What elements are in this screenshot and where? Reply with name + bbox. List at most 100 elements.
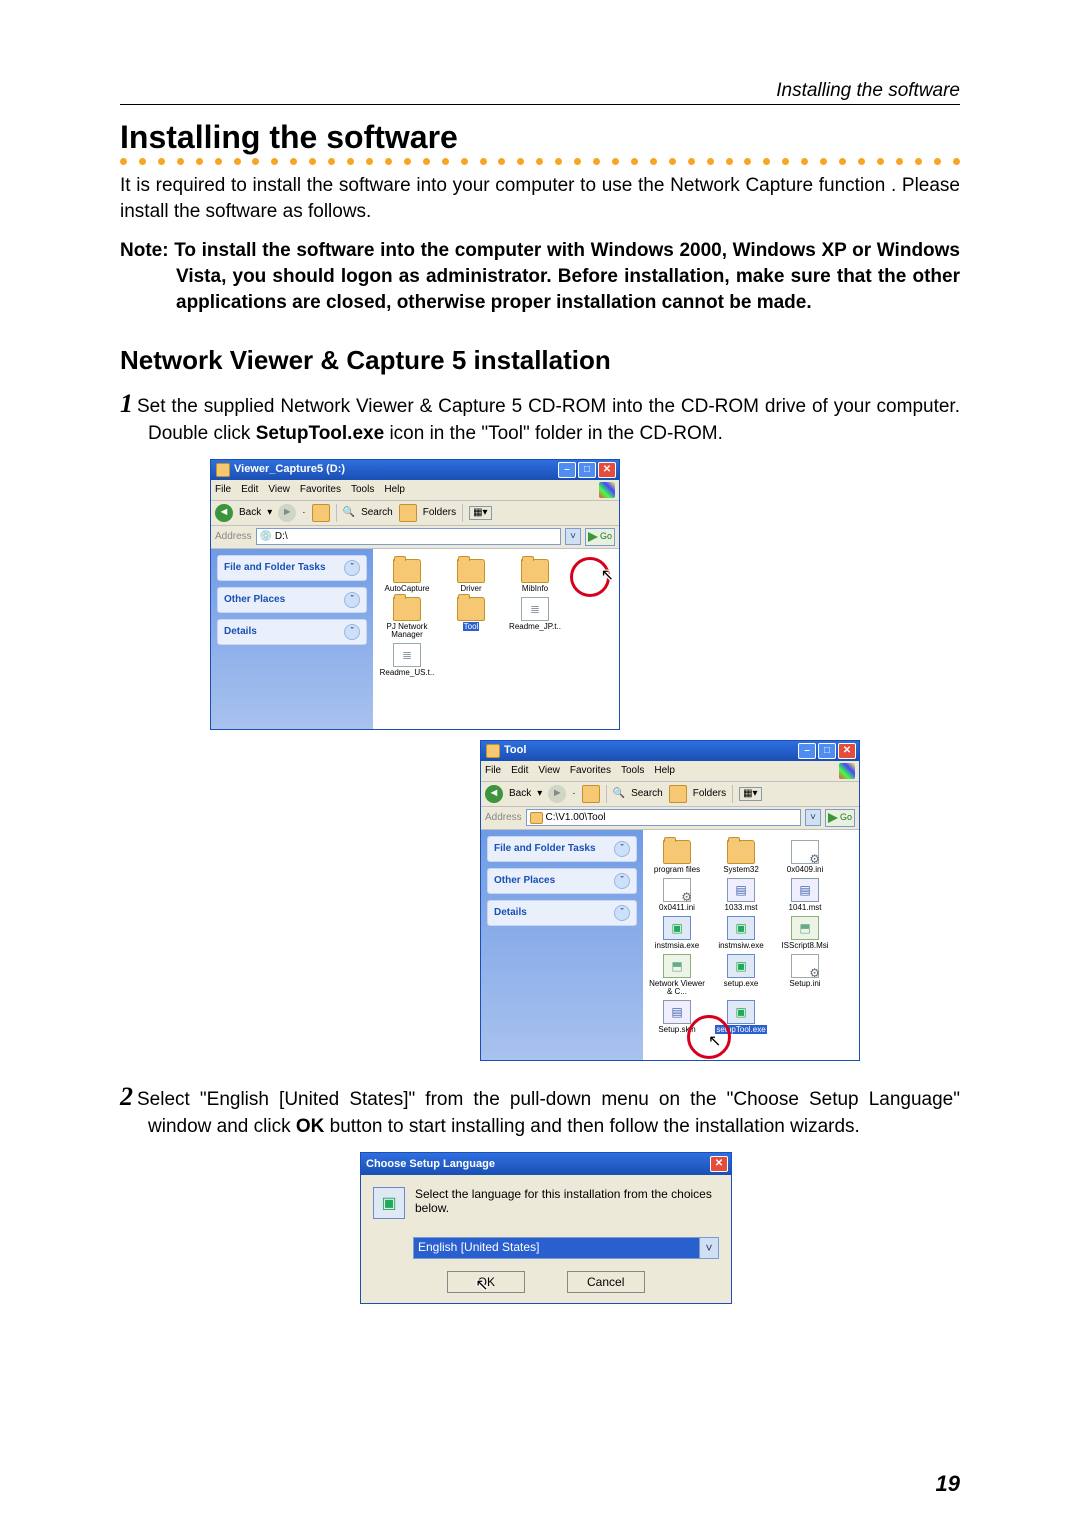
section-heading: Network Viewer & Capture 5 installation: [120, 345, 960, 376]
dialog-message: Select the language for this installatio…: [415, 1187, 719, 1215]
address-dropdown[interactable]: ˅: [805, 809, 821, 826]
menu-file[interactable]: File: [215, 485, 231, 495]
tasks-pane: File and Folder Tasksˇ Other Placesˇ Det…: [481, 830, 643, 1060]
titlebar[interactable]: Viewer_Capture5 (D:) – □ ✕: [211, 460, 619, 480]
close-button[interactable]: ✕: [598, 462, 616, 478]
chevron-icon: ˇ: [344, 624, 360, 640]
file-label: AutoCapture: [385, 585, 430, 593]
search-icon[interactable]: 🔍: [613, 789, 625, 799]
back-button[interactable]: ◄: [215, 504, 233, 522]
back-button[interactable]: ◄: [485, 785, 503, 803]
file-item[interactable]: Setup.ini: [777, 954, 833, 996]
exe-icon: [727, 916, 755, 940]
views-icon[interactable]: ▦▾: [739, 787, 761, 801]
cancel-button[interactable]: Cancel: [567, 1271, 645, 1293]
menu-view[interactable]: View: [538, 766, 560, 776]
file-item[interactable]: Tool: [443, 597, 499, 639]
file-label: Network Viewer & C...: [649, 980, 705, 996]
pane-details[interactable]: Detailsˇ: [487, 900, 637, 926]
menu-bar: File Edit View Favorites Tools Help: [211, 480, 619, 501]
pane-other-places[interactable]: Other Placesˇ: [217, 587, 367, 613]
step-number-1: 1: [120, 389, 133, 418]
minimize-button[interactable]: –: [798, 743, 816, 759]
file-item[interactable]: Readme_JP.t..: [507, 597, 563, 639]
file-item[interactable]: Network Viewer & C...: [649, 954, 705, 996]
chevron-icon: ˇ: [344, 592, 360, 608]
file-item[interactable]: 1041.mst: [777, 878, 833, 912]
file-item[interactable]: Readme_US.t..: [379, 643, 435, 677]
close-button[interactable]: ✕: [710, 1156, 728, 1172]
search-icon[interactable]: 🔍: [343, 508, 355, 518]
page-title: Installing the software: [120, 119, 960, 156]
pane-other-places[interactable]: Other Placesˇ: [487, 868, 637, 894]
pane-details[interactable]: Detailsˇ: [217, 619, 367, 645]
file-item[interactable]: 1033.mst: [713, 878, 769, 912]
menu-view[interactable]: View: [268, 485, 290, 495]
skn-icon: [663, 1000, 691, 1024]
mst-icon: [727, 878, 755, 902]
chevron-icon: ˇ: [614, 905, 630, 921]
file-item[interactable]: PJ Network Manager: [379, 597, 435, 639]
up-folder-icon[interactable]: [582, 785, 600, 803]
file-item[interactable]: instmsiw.exe: [713, 916, 769, 950]
menu-help[interactable]: Help: [384, 485, 405, 495]
go-button[interactable]: Go: [585, 528, 615, 546]
menu-tools[interactable]: Tools: [621, 766, 644, 776]
menu-bar: File Edit View Favorites Tools Help: [481, 761, 859, 782]
folder-icon: [521, 559, 549, 583]
txt-icon: [521, 597, 549, 621]
maximize-button[interactable]: □: [578, 462, 596, 478]
address-bar: Address 💿 D:\ ˅ Go: [211, 526, 619, 549]
menu-file[interactable]: File: [485, 766, 501, 776]
file-item[interactable]: MibInfo: [507, 559, 563, 593]
go-button[interactable]: Go: [825, 809, 855, 827]
menu-edit[interactable]: Edit: [511, 766, 528, 776]
pane-file-folder-tasks[interactable]: File and Folder Tasksˇ: [487, 836, 637, 862]
address-field[interactable]: 💿 D:\: [256, 528, 561, 545]
folders-icon[interactable]: [399, 504, 417, 522]
file-label: setup.exe: [724, 980, 759, 988]
file-label: Setup.ini: [789, 980, 820, 988]
language-combobox[interactable]: English [United States] ˅: [413, 1237, 719, 1259]
minimize-button[interactable]: –: [558, 462, 576, 478]
forward-button[interactable]: ►: [278, 504, 296, 522]
file-item[interactable]: Setup.skin: [649, 1000, 705, 1034]
address-dropdown[interactable]: ˅: [565, 528, 581, 545]
file-item[interactable]: setupTool.exe: [713, 1000, 769, 1034]
close-button[interactable]: ✕: [838, 743, 856, 759]
setup-icon: ▣: [373, 1187, 405, 1219]
titlebar[interactable]: Tool – □ ✕: [481, 741, 859, 761]
file-list[interactable]: AutoCapture DriverMibInfo PJ Network Manag…: [373, 549, 619, 729]
menu-favorites[interactable]: Favorites: [570, 766, 611, 776]
address-field[interactable]: C:\V1.00\Tool: [526, 809, 801, 826]
file-item[interactable]: ISScript8.Msi: [777, 916, 833, 950]
file-item[interactable]: Driver: [443, 559, 499, 593]
maximize-button[interactable]: □: [818, 743, 836, 759]
windows-logo-icon: [839, 763, 855, 779]
file-item[interactable]: AutoCapture: [379, 559, 435, 593]
forward-button[interactable]: ►: [548, 785, 566, 803]
pane-file-folder-tasks[interactable]: File and Folder Tasksˇ: [217, 555, 367, 581]
ini-icon: [663, 878, 691, 902]
chevron-down-icon[interactable]: ˅: [699, 1238, 718, 1258]
file-label: 1033.mst: [725, 904, 758, 912]
file-item[interactable]: program files: [649, 840, 705, 874]
menu-tools[interactable]: Tools: [351, 485, 374, 495]
file-list[interactable]: program files System320x0409.ini 0x0411.in…: [643, 830, 859, 1060]
menu-favorites[interactable]: Favorites: [300, 485, 341, 495]
file-label: 1041.mst: [789, 904, 822, 912]
explorer-window-tool: Tool – □ ✕ File Edit View Favorites Tool…: [480, 740, 860, 1061]
views-icon[interactable]: ▦▾: [469, 506, 491, 520]
menu-edit[interactable]: Edit: [241, 485, 258, 495]
file-item[interactable]: 0x0409.ini: [777, 840, 833, 874]
dialog-titlebar[interactable]: Choose Setup Language ✕: [361, 1153, 731, 1175]
up-folder-icon[interactable]: [312, 504, 330, 522]
file-item[interactable]: System32: [713, 840, 769, 874]
txt-icon: [393, 643, 421, 667]
folders-icon[interactable]: [669, 785, 687, 803]
file-item[interactable]: instmsia.exe: [649, 916, 705, 950]
file-item[interactable]: 0x0411.ini: [649, 878, 705, 912]
file-label: program files: [654, 866, 700, 874]
file-item[interactable]: setup.exe: [713, 954, 769, 996]
menu-help[interactable]: Help: [654, 766, 675, 776]
